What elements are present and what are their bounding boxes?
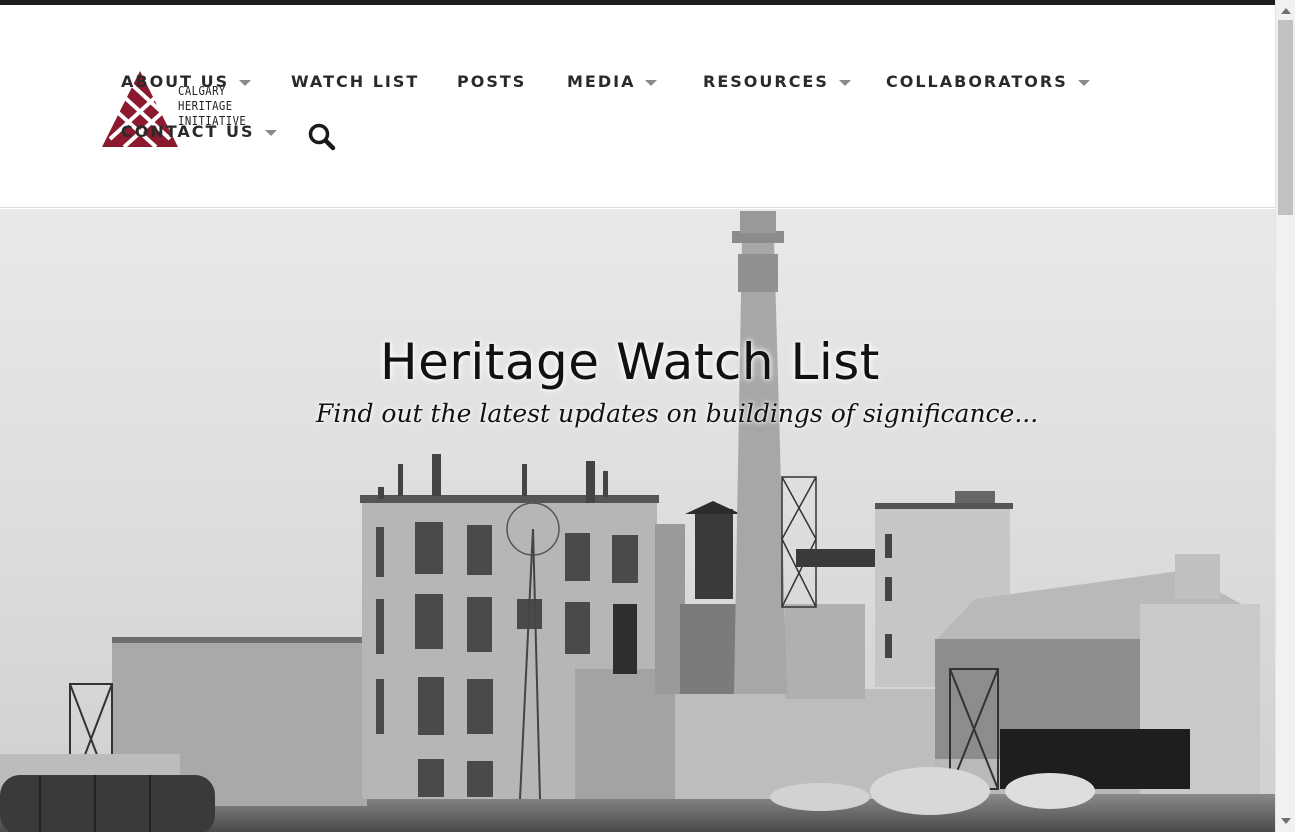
- caret-down-icon: [1077, 79, 1090, 86]
- nav-label: COLLABORATORS: [886, 72, 1068, 91]
- nav-item-contact-us[interactable]: CONTACT US: [121, 122, 277, 141]
- hero-banner: Heritage Watch List Find out the latest …: [0, 209, 1275, 832]
- nav-label: POSTS: [457, 72, 527, 91]
- nav-item-about-us[interactable]: ABOUT US: [121, 72, 252, 91]
- nav-label: RESOURCES: [703, 72, 829, 91]
- scroll-down-arrow-icon[interactable]: [1281, 818, 1291, 824]
- hero-title: Heritage Watch List: [380, 333, 880, 391]
- caret-down-icon: [239, 79, 252, 86]
- logo-line-2: HERITAGE: [178, 98, 233, 113]
- vertical-scrollbar[interactable]: [1275, 0, 1295, 832]
- nav-label: ABOUT US: [121, 72, 230, 91]
- nav-item-watch-list[interactable]: WATCH LIST: [291, 72, 419, 91]
- nav-label: CONTACT US: [121, 122, 255, 141]
- nav-item-media[interactable]: MEDIA: [567, 72, 658, 91]
- nav-item-resources[interactable]: RESOURCES: [703, 72, 851, 91]
- hero-photo: [0, 211, 1275, 832]
- caret-down-icon: [838, 79, 851, 86]
- nav-label: MEDIA: [567, 72, 636, 91]
- search-icon: [308, 123, 336, 151]
- scroll-up-arrow-icon[interactable]: [1281, 8, 1291, 14]
- caret-down-icon: [264, 129, 277, 136]
- caret-down-icon: [645, 79, 658, 86]
- site-header: CALGARY HERITAGE INITIATIVE ABOUT US WAT…: [0, 5, 1275, 208]
- nav-item-posts[interactable]: POSTS: [457, 72, 526, 91]
- search-button[interactable]: [307, 122, 337, 152]
- nav-item-collaborators[interactable]: COLLABORATORS: [886, 72, 1090, 91]
- scroll-thumb[interactable]: [1278, 20, 1293, 215]
- nav-label: WATCH LIST: [291, 72, 420, 91]
- hero-subtitle: Find out the latest updates on buildings…: [316, 399, 1039, 428]
